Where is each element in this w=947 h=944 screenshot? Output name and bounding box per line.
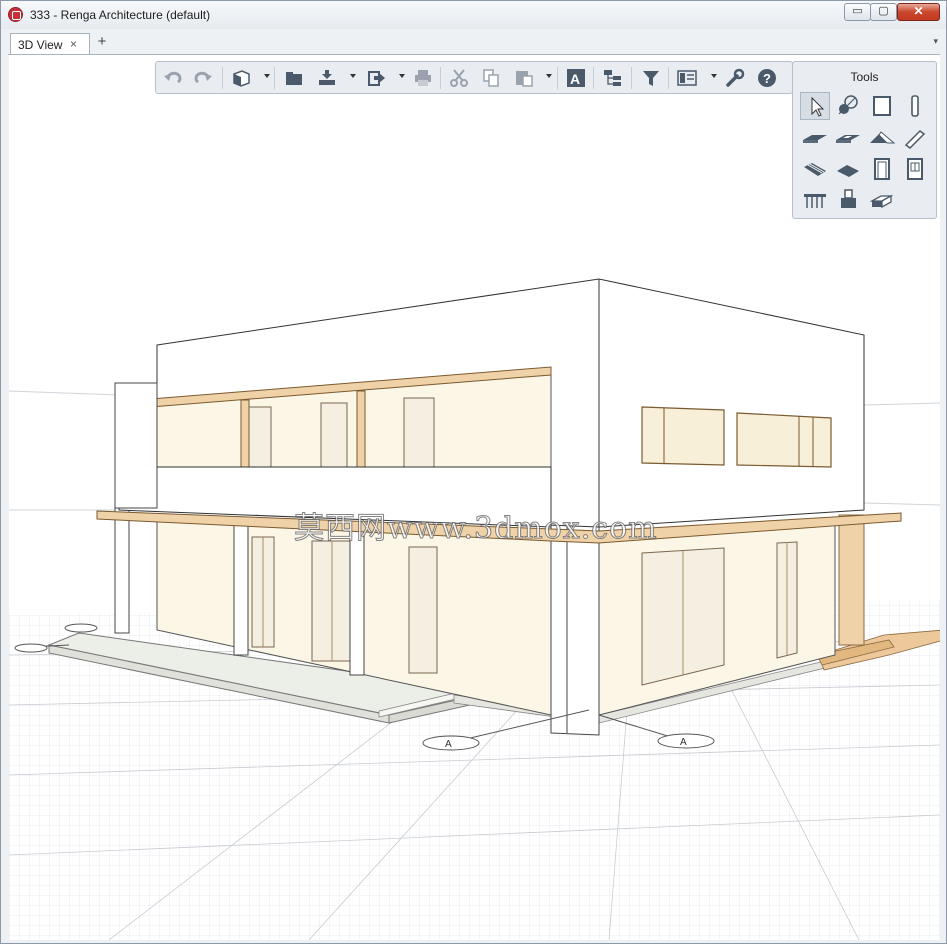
wood-column[interactable] xyxy=(838,514,865,646)
maximize-button[interactable]: ▢ xyxy=(870,3,897,21)
main-toolbar: A ? xyxy=(155,61,793,94)
cut-icon[interactable] xyxy=(448,68,470,88)
close-button[interactable]: ✕ xyxy=(897,3,940,21)
structure-icon[interactable] xyxy=(602,68,624,88)
tools-title: Tools xyxy=(850,70,879,84)
select-cursor-icon[interactable] xyxy=(800,92,830,120)
undo-icon[interactable] xyxy=(162,68,184,88)
filter-icon[interactable] xyxy=(640,68,662,88)
floor-icon[interactable] xyxy=(800,124,830,152)
tools-panel: Tools xyxy=(792,61,937,219)
settings-icon[interactable] xyxy=(724,68,746,88)
view-cube-icon[interactable] xyxy=(230,68,252,88)
door-icon[interactable] xyxy=(867,155,897,183)
beam-icon[interactable] xyxy=(900,124,930,152)
app-window: 333 - Renga Architecture (default) ▭ ▢ ✕… xyxy=(0,0,947,944)
wall-icon[interactable] xyxy=(867,92,897,120)
tab-list-dropdown[interactable]: ▾ xyxy=(933,36,938,47)
opening-icon[interactable] xyxy=(833,124,863,152)
equipment-icon[interactable] xyxy=(833,186,863,214)
tab-close-icon[interactable]: × xyxy=(70,37,77,51)
renga-logo-icon xyxy=(8,7,23,22)
axis-label-1: A xyxy=(445,739,452,750)
ramp-icon[interactable] xyxy=(833,155,863,183)
minimize-button[interactable]: ▭ xyxy=(844,3,871,21)
watermark-text: 莫西网www.3dmox.com xyxy=(294,511,658,547)
print-icon[interactable] xyxy=(412,68,434,88)
axis-icon[interactable] xyxy=(833,92,863,120)
3d-viewport[interactable]: A A A ? Tools 莫西网www.3dmox.com xyxy=(9,55,940,940)
svg-text:?: ? xyxy=(763,71,771,86)
tab-bar: 3D View × + ▾ xyxy=(8,32,940,55)
window-title: 333 - Renga Architecture (default) xyxy=(30,8,211,22)
text-style-icon[interactable]: A xyxy=(565,68,587,88)
column-icon[interactable] xyxy=(900,92,930,120)
redo-icon[interactable] xyxy=(192,68,214,88)
svg-text:A: A xyxy=(570,71,580,87)
stair-icon[interactable] xyxy=(800,155,830,183)
window-icon[interactable] xyxy=(900,155,930,183)
layout-icon[interactable] xyxy=(676,68,698,88)
railing-icon[interactable] xyxy=(800,186,830,214)
upper-windows-right[interactable] xyxy=(641,406,832,468)
upper-left-pier[interactable] xyxy=(114,382,158,509)
element-icon[interactable] xyxy=(867,186,897,214)
title-bar[interactable]: 333 - Renga Architecture (default) ▭ ▢ ✕ xyxy=(1,1,946,29)
tab-3d-view[interactable]: 3D View × xyxy=(10,33,90,54)
open-folder-icon[interactable] xyxy=(283,68,305,88)
add-tab-button[interactable]: + xyxy=(92,33,112,53)
tab-label: 3D View xyxy=(18,38,63,52)
copy-icon[interactable] xyxy=(480,68,502,88)
roof-icon[interactable] xyxy=(867,124,897,152)
paste-icon[interactable] xyxy=(513,68,535,88)
axis-label-2: A xyxy=(680,737,687,748)
export-icon[interactable] xyxy=(366,68,388,88)
help-icon[interactable]: ? xyxy=(756,68,778,88)
import-icon[interactable] xyxy=(316,68,338,88)
